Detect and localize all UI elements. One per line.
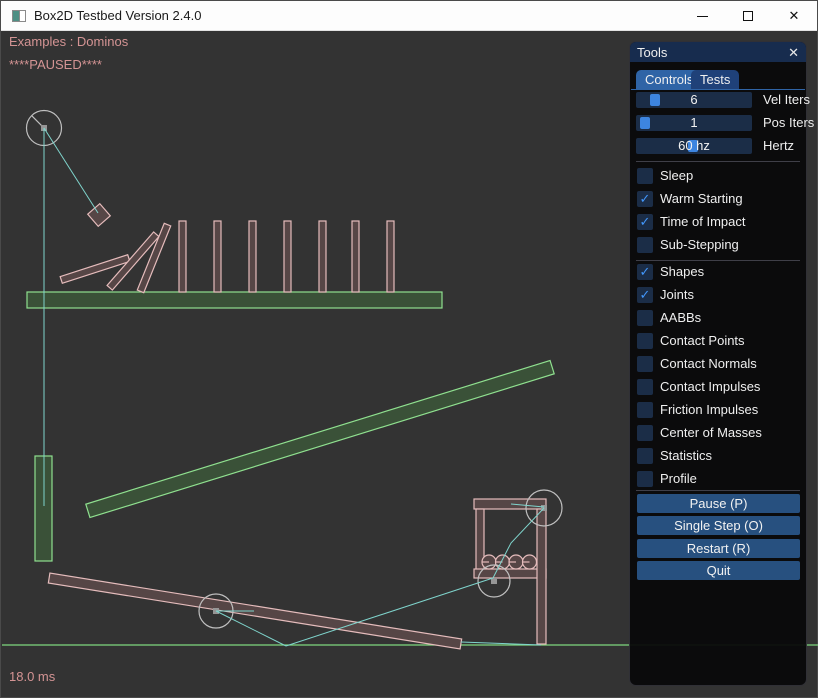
separator xyxy=(636,260,800,261)
app-icon xyxy=(12,10,26,22)
slider-value: 60 hz xyxy=(636,138,752,154)
table-top xyxy=(474,499,546,509)
close-icon: ✕ xyxy=(789,8,800,24)
static-bodies xyxy=(27,292,554,561)
standing-domino xyxy=(179,221,186,292)
standing-domino xyxy=(249,221,256,292)
checkbox-label: Sleep xyxy=(660,168,693,184)
checkbox[interactable]: ✓ xyxy=(637,379,653,395)
dynamic-bodies xyxy=(48,204,546,649)
slider-value: 1 xyxy=(636,115,752,131)
checkbox[interactable]: ✓ xyxy=(637,310,653,326)
checkbox-label: Time of Impact xyxy=(660,214,745,230)
tools-panel-titlebar[interactable]: Tools ✕ xyxy=(630,42,806,62)
minimize-icon xyxy=(697,16,708,17)
checkbox-label: Statistics xyxy=(660,448,712,464)
tools-panel-title: Tools xyxy=(637,45,788,60)
standing-domino xyxy=(214,221,221,292)
checkbox[interactable]: ✓ xyxy=(637,237,653,253)
checkbox-label: Sub-Stepping xyxy=(660,237,739,253)
checkbox-label: Shapes xyxy=(660,264,704,280)
checkbox-label: Friction Impulses xyxy=(660,402,758,418)
example-title: Examples : Dominos xyxy=(9,34,128,49)
checkbox[interactable]: ✓ xyxy=(637,425,653,441)
checkbox-label: Joints xyxy=(660,287,694,303)
checkbox-label: Contact Impulses xyxy=(660,379,760,395)
pendulum-box xyxy=(88,204,111,227)
slider-label: Pos Iters xyxy=(763,115,814,131)
checkbox-label: Contact Normals xyxy=(660,356,757,372)
checkbox[interactable]: ✓ xyxy=(637,356,653,372)
tools-panel: Tools ✕ Controls Tests 6 Vel Iters 1 Pos… xyxy=(629,41,807,686)
app-window: Examples : Dominos ****PAUSED**** 18.0 m… xyxy=(0,0,818,698)
slider-value: 6 xyxy=(636,92,752,108)
tab-tests[interactable]: Tests xyxy=(691,70,739,89)
close-button[interactable]: ✕ xyxy=(771,1,817,31)
pause-button[interactable]: Pause (P) xyxy=(637,494,800,513)
checkbox[interactable]: ✓ xyxy=(637,168,653,184)
domino-platform xyxy=(27,292,442,308)
checkbox-label: Contact Points xyxy=(660,333,745,349)
anchor-center-squares xyxy=(41,125,547,614)
tab-bar: Controls Tests xyxy=(636,70,806,90)
paused-status: ****PAUSED**** xyxy=(9,57,102,72)
quit-button[interactable]: Quit xyxy=(637,561,800,580)
checkbox[interactable]: ✓ xyxy=(637,264,653,280)
checkbox[interactable]: ✓ xyxy=(637,448,653,464)
standing-domino xyxy=(319,221,326,292)
checkbox-label: Warm Starting xyxy=(660,191,743,207)
shelf-balls xyxy=(482,555,537,569)
checkbox[interactable]: ✓ xyxy=(637,191,653,207)
checkbox[interactable]: ✓ xyxy=(637,214,653,230)
standing-domino xyxy=(387,221,394,292)
window-titlebar[interactable]: Box2D Testbed Version 2.4.0 ✕ xyxy=(1,1,817,31)
maximize-button[interactable] xyxy=(725,1,771,31)
checkbox[interactable]: ✓ xyxy=(637,287,653,303)
window-title: Box2D Testbed Version 2.4.0 xyxy=(34,8,201,23)
seesaw-plank xyxy=(48,573,461,649)
maximize-icon xyxy=(743,11,753,21)
checkbox-label: Center of Masses xyxy=(660,425,762,441)
checkbox[interactable]: ✓ xyxy=(637,333,653,349)
standing-domino xyxy=(284,221,291,292)
separator xyxy=(636,161,800,162)
tab-underline xyxy=(631,89,805,90)
panel-close-icon[interactable]: ✕ xyxy=(788,46,799,59)
checkbox[interactable]: ✓ xyxy=(637,471,653,487)
minimize-button[interactable] xyxy=(679,1,725,31)
checkbox-label: Profile xyxy=(660,471,697,487)
standing-domino xyxy=(352,221,359,292)
checkbox[interactable]: ✓ xyxy=(637,402,653,418)
restart-button[interactable]: Restart (R) xyxy=(637,539,800,558)
frame-time: 18.0 ms xyxy=(9,669,55,684)
slider-label: Hertz xyxy=(763,138,794,154)
separator xyxy=(636,490,800,491)
slider-label: Vel Iters xyxy=(763,92,810,108)
tilted-green-plank xyxy=(86,360,554,517)
checkbox-label: AABBs xyxy=(660,310,701,326)
table-right-leg xyxy=(537,509,546,644)
single-step-button[interactable]: Single Step (O) xyxy=(637,516,800,535)
